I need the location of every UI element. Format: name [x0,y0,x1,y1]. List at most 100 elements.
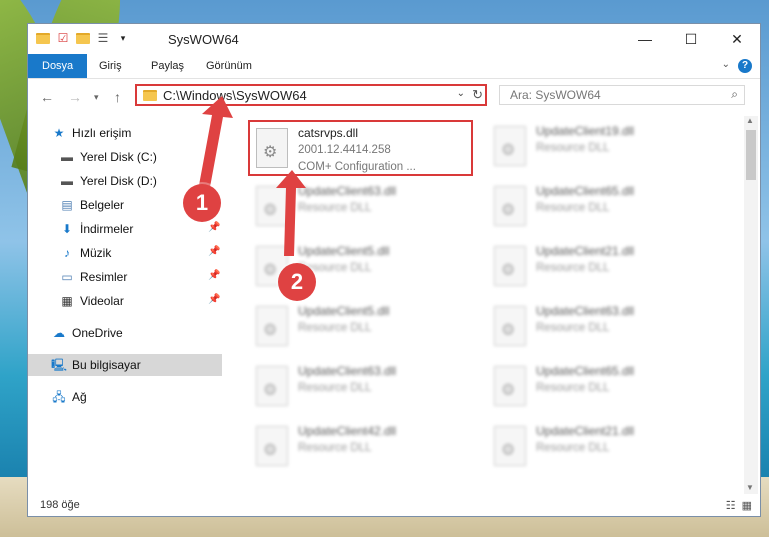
sidebar-item-label: Videolar [80,294,124,308]
new-folder-icon[interactable] [76,31,90,45]
dll-file-icon [256,306,288,346]
file-name: UpdateClient5.dll [298,244,390,258]
sidebar-item-label: İndirmeler [80,222,134,236]
step-1-badge: 1 [183,184,221,222]
computer-icon: 🖳 [51,358,68,372]
sidebar-item-onedrive[interactable]: ☁ OneDrive [52,322,123,344]
close-button[interactable]: ✕ [714,24,760,54]
file-item[interactable]: UpdateClient63.dll Resource DLL [488,300,713,356]
dll-file-icon [494,126,526,166]
scrollbar-thumb[interactable] [746,130,756,180]
sidebar-item-music[interactable]: ♪ Müzik [60,242,111,264]
pin-icon[interactable]: 📌 [208,294,220,305]
sidebar-item-quick-access[interactable]: ★ Hızlı erişim [52,122,132,144]
maximize-button[interactable]: ☐ [668,24,714,54]
back-button[interactable]: ← [40,89,54,105]
file-description: Resource DLL [536,262,610,274]
scroll-down-icon[interactable]: ▼ [746,483,754,492]
file-name: UpdateClient63.dll [536,304,635,318]
up-button[interactable]: ↑ [114,89,121,105]
quick-access-toolbar: ☑ ☰ ▾ [36,31,130,45]
sidebar-item-drive-c[interactable]: ▬ Yerel Disk (C:) [60,146,157,168]
file-list: catsrvps.dll 2001.12.4414.258 COM+ Confi… [240,118,740,494]
file-name: UpdateClient63.dll [298,364,397,378]
file-item[interactable]: UpdateClient63.dll Resource DLL [250,360,475,416]
qat-dropdown-icon[interactable]: ▾ [116,31,130,45]
file-item[interactable]: UpdateClient65.dll Resource DLL [488,360,713,416]
sidebar-item-drive-d[interactable]: ▬ Yerel Disk (D:) [60,170,157,192]
file-name: UpdateClient19.dll [536,124,635,138]
network-icon: 🖧 [52,390,66,404]
sidebar-item-pictures[interactable]: ▭ Resimler [60,266,127,288]
explorer-window: ☑ ☰ ▾ SysWOW64 — ☐ ✕ Dosya Giriş Paylaş … [27,23,761,517]
dll-file-icon [494,306,526,346]
tab-share[interactable]: Paylaş [151,54,184,78]
file-name: UpdateClient42.dll [298,424,397,438]
sidebar-item-documents[interactable]: ▤ Belgeler [60,194,124,216]
properties-icon[interactable]: ☑ [56,31,70,45]
address-dropdown-icon[interactable]: ⌄ [457,88,465,99]
forward-button[interactable]: → [68,89,82,105]
file-item[interactable]: UpdateClient63.dll Resource DLL [250,180,475,236]
sidebar-item-label: Yerel Disk (C:) [80,150,157,164]
file-description: Resource DLL [536,142,610,154]
file-name: UpdateClient21.dll [536,424,635,438]
dll-file-icon [256,426,288,466]
sidebar-item-this-pc[interactable]: 🖳 Bu bilgisayar [28,354,222,376]
download-icon: ⬇ [61,222,73,236]
pin-icon[interactable]: 📌 [208,270,220,281]
documents-icon: ▤ [61,198,73,212]
address-path: C:\Windows\SysWOW64 [163,88,307,103]
step-2-badge: 2 [278,263,316,301]
refresh-icon[interactable]: ↻ [472,87,483,103]
file-item[interactable]: UpdateClient5.dll Resource DLL [250,300,475,356]
sidebar-item-label: Resimler [80,270,128,284]
file-description: Resource DLL [298,442,372,454]
help-button[interactable]: ? [738,59,752,73]
expand-ribbon-icon[interactable]: ⌄ [722,59,730,70]
sidebar-item-videos[interactable]: ▦ Videolar [60,290,124,312]
file-description: Resource DLL [536,382,610,394]
window-controls: — ☐ ✕ [622,24,760,54]
customize-icon[interactable]: ☰ [96,31,110,45]
tab-view[interactable]: Görünüm [206,54,252,78]
details-view-icon[interactable]: ☷ [726,499,736,512]
file-description: Resource DLL [536,202,610,214]
ribbon-tabs: Dosya Giriş Paylaş Görünüm ⌄ ? [28,54,760,79]
file-name: UpdateClient63.dll [298,184,397,198]
file-item-catsrvps[interactable]: catsrvps.dll 2001.12.4414.258 COM+ Confi… [248,120,473,176]
search-icon: ⌕ [731,87,738,101]
recent-locations-button[interactable]: ▾ [94,92,99,103]
scroll-up-icon[interactable]: ▲ [746,116,754,125]
address-bar[interactable]: C:\Windows\SysWOW64 ⌄ ↻ [135,84,487,106]
sidebar-item-downloads[interactable]: ⬇ İndirmeler [60,218,133,240]
vertical-scrollbar[interactable]: ▲ ▼ [744,116,758,494]
dll-file-icon [494,366,526,406]
file-item[interactable]: UpdateClient42.dll Resource DLL [250,420,475,476]
file-name: catsrvps.dll [298,126,359,140]
view-switcher: ☷ ▦ [726,499,752,512]
file-item[interactable]: UpdateClient21.dll Resource DLL [488,420,713,476]
search-input[interactable]: Ara: SysWOW64 ⌕ [499,85,745,105]
sidebar-item-label: Yerel Disk (D:) [80,174,157,188]
sidebar-item-label: Belgeler [80,198,125,212]
tab-file[interactable]: Dosya [28,54,88,78]
sidebar-item-network[interactable]: 🖧 Ağ [52,386,87,408]
file-name: UpdateClient5.dll [298,304,390,318]
file-description: Resource DLL [536,442,610,454]
pin-icon[interactable]: 📌 [208,222,220,233]
pin-icon[interactable]: 📌 [208,246,220,257]
dll-file-icon [256,128,288,168]
sidebar-item-label: Ağ [72,390,87,404]
folder-icon [36,31,50,45]
file-item[interactable]: UpdateClient19.dll Resource DLL [488,120,713,176]
tab-home[interactable]: Giriş [99,54,122,78]
minimize-button[interactable]: — [622,24,668,54]
large-icons-view-icon[interactable]: ▦ [742,499,752,512]
file-name: UpdateClient21.dll [536,244,635,258]
dll-file-icon [494,186,526,226]
file-item[interactable]: UpdateClient65.dll Resource DLL [488,180,713,236]
search-placeholder: Ara: SysWOW64 [510,88,601,102]
dll-file-icon [494,246,526,286]
file-item[interactable]: UpdateClient21.dll Resource DLL [488,240,713,296]
